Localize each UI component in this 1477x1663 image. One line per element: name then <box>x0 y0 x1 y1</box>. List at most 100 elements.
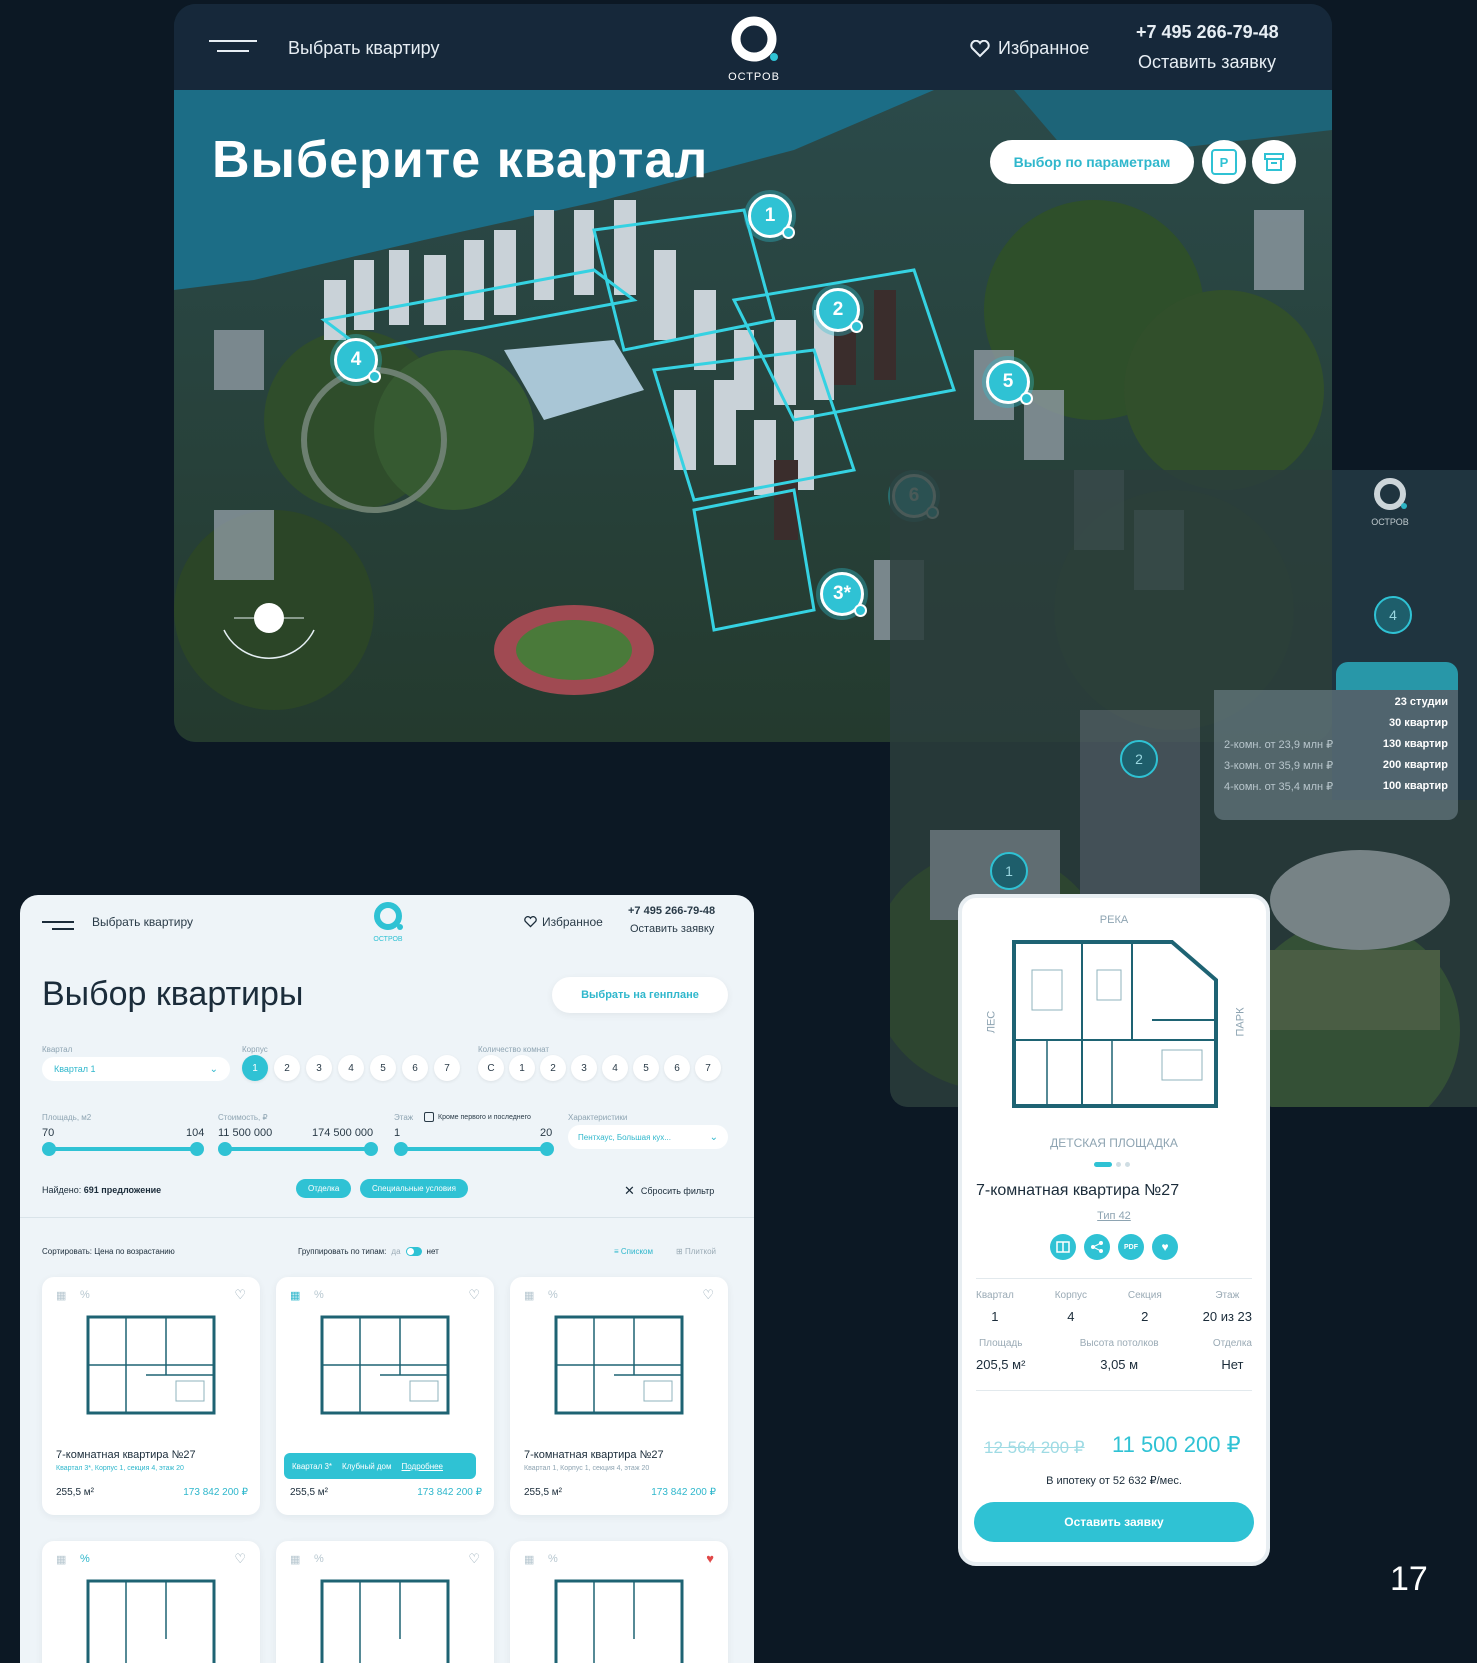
params-select-button[interactable]: Выбор по параметрам <box>990 140 1194 184</box>
floor-max: 20 <box>540 1127 553 1139</box>
card-price: 173 842 200 ₽ <box>183 1487 248 1498</box>
divider <box>976 1390 1252 1391</box>
building-icon: ▦ <box>290 1290 301 1302</box>
floor-checkbox[interactable]: Кроме первого и последнего <box>424 1112 531 1122</box>
view-list-toggle[interactable]: ≡ Списком <box>614 1247 653 1256</box>
card-area: 255,5 м² <box>290 1487 329 1498</box>
apartment-card[interactable]: ▦ % ♡ Квартал 3* Клубный дом Подробнее 2… <box>276 1277 494 1515</box>
floor-slider[interactable] <box>394 1142 554 1156</box>
slider-handle[interactable] <box>540 1142 554 1156</box>
percent-icon: % <box>548 1289 558 1301</box>
slider-handle[interactable] <box>218 1142 232 1156</box>
sort-select[interactable]: Сортировать: Цена по возрастанию <box>42 1247 175 1256</box>
floorplan-image <box>320 1579 450 1663</box>
favorite-button[interactable]: ♥ <box>1152 1234 1178 1260</box>
choose-apartment-link[interactable]: Выбрать квартиру <box>92 915 193 929</box>
slider-handle[interactable] <box>394 1142 408 1156</box>
parking-button[interactable]: P <box>1202 140 1246 184</box>
area-slider[interactable] <box>42 1142 204 1156</box>
hamburger-icon[interactable] <box>209 40 257 54</box>
quarter-pin-4[interactable]: 4 <box>334 338 381 383</box>
korpus-chip[interactable]: 2 <box>274 1055 300 1081</box>
slider-handle[interactable] <box>42 1142 56 1156</box>
view-tiles-label: Плиткой <box>684 1247 716 1256</box>
building-icon: ▦ <box>56 1554 67 1566</box>
type-link[interactable]: Тип 42 <box>962 1210 1266 1222</box>
quarter-pin-3[interactable]: 3* <box>820 572 867 617</box>
building-icon: ▦ <box>56 1290 67 1302</box>
korpus-chip[interactable]: 5 <box>370 1055 396 1081</box>
slider-handle[interactable] <box>364 1142 378 1156</box>
pin-label: 2 <box>1135 751 1143 767</box>
apartment-card[interactable]: ▦ % ♥ <box>510 1541 728 1663</box>
view-tiles-toggle[interactable]: ⊞ Плиткой <box>676 1247 716 1256</box>
price-slider[interactable] <box>218 1142 378 1156</box>
heart-icon[interactable]: ♡ <box>702 1287 714 1303</box>
choose-apartment-link[interactable]: Выбрать квартиру <box>288 38 439 59</box>
percent-icon: % <box>314 1553 324 1565</box>
area-min: 70 <box>42 1127 55 1139</box>
quarter-pin-1[interactable]: 1 <box>748 194 795 239</box>
storage-button[interactable] <box>1252 140 1296 184</box>
korpus-chip[interactable]: 3 <box>306 1055 332 1081</box>
pin-label: 5 <box>1002 371 1014 392</box>
rooms-chip[interactable]: 4 <box>602 1055 628 1081</box>
apartment-card[interactable]: ▦ % ♡ 7-комнатная квартира №27 Квартал 1… <box>510 1277 728 1515</box>
orientation-left-label: ЛЕС <box>985 1010 998 1034</box>
ostrov-logo[interactable]: ОСТРОВ <box>714 14 794 84</box>
rooms-chip[interactable]: С <box>478 1055 504 1081</box>
reset-filter-button[interactable]: ✕ Сбросить фильтр <box>624 1183 714 1199</box>
apartment-card[interactable]: ▦ % ♡ <box>276 1541 494 1663</box>
heart-icon[interactable]: ♡ <box>468 1287 480 1303</box>
korpus-chip[interactable]: 4 <box>338 1055 364 1081</box>
toggle-switch[interactable] <box>405 1247 422 1256</box>
favorites-link[interactable]: Избранное <box>970 38 1089 59</box>
leave-request-button[interactable]: Оставить заявку <box>974 1502 1254 1542</box>
apartment-card[interactable]: ▦ % ♡ <box>42 1541 260 1663</box>
favorites-link[interactable]: Избранное <box>524 915 603 929</box>
leave-request-link[interactable]: Оставить заявку <box>1138 52 1276 73</box>
phone-number[interactable]: +7 495 266-79-48 <box>1136 22 1279 43</box>
apartment-title: 7-комнатная квартира №27 <box>976 1182 1180 1199</box>
parking-icon: P <box>1211 149 1237 175</box>
rooms-chip[interactable]: 3 <box>571 1055 597 1081</box>
rooms-chip[interactable]: 2 <box>540 1055 566 1081</box>
features-select[interactable]: Пентхаус, Большая кух... ⌄ <box>568 1125 728 1149</box>
finish-tag[interactable]: Отделка <box>296 1179 352 1198</box>
tiles-icon: ⊞ <box>676 1247 685 1256</box>
logo-mark-icon <box>1374 478 1407 510</box>
rooms-chip[interactable]: 7 <box>695 1055 721 1081</box>
korpus-chip[interactable]: 1 <box>242 1055 268 1081</box>
korpus-chip[interactable]: 7 <box>434 1055 460 1081</box>
group-toggle[interactable]: Группировать по типам: да нет <box>298 1247 439 1256</box>
apartment-card[interactable]: ▦ % ♡ 7-комнатная квартира №27 Квартал 3… <box>42 1277 260 1515</box>
kvartal-select[interactable]: Квартал 1 ⌄ <box>42 1057 230 1081</box>
old-price: 12 564 200 ₽ <box>984 1438 1085 1457</box>
rooms-chip[interactable]: 6 <box>664 1055 690 1081</box>
plan-view-button[interactable] <box>1050 1234 1076 1260</box>
spec-label: Площадь <box>978 1338 1023 1349</box>
leave-request-link[interactable]: Оставить заявку <box>630 923 714 935</box>
card-price: 173 842 200 ₽ <box>651 1487 716 1498</box>
special-conditions-tag[interactable]: Специальные условия <box>360 1179 468 1198</box>
heart-filled-icon[interactable]: ♥ <box>706 1551 714 1566</box>
carousel-dots[interactable] <box>1094 1162 1130 1167</box>
hamburger-icon[interactable] <box>42 921 74 930</box>
slider-handle[interactable] <box>190 1142 204 1156</box>
heart-icon <box>524 916 537 928</box>
floorplan-image <box>554 1315 684 1415</box>
share-button[interactable] <box>1084 1234 1110 1260</box>
ostrov-logo[interactable]: ОСТРОВ <box>358 901 418 943</box>
phone-number[interactable]: +7 495 266-79-48 <box>628 905 715 917</box>
rooms-chip[interactable]: 1 <box>509 1055 535 1081</box>
genplan-button[interactable]: Выбрать на генплане <box>552 977 728 1013</box>
korpus-chip[interactable]: 6 <box>402 1055 428 1081</box>
pdf-button[interactable]: PDF <box>1118 1234 1144 1260</box>
heart-icon[interactable]: ♡ <box>468 1551 480 1567</box>
quarter-pin-5[interactable]: 5 <box>986 360 1033 405</box>
tooltip-more-link[interactable]: Подробнее <box>402 1462 444 1471</box>
quarter-pin-2[interactable]: 2 <box>816 288 863 333</box>
heart-icon[interactable]: ♡ <box>234 1287 246 1303</box>
heart-icon[interactable]: ♡ <box>234 1551 246 1567</box>
rooms-chip[interactable]: 5 <box>633 1055 659 1081</box>
